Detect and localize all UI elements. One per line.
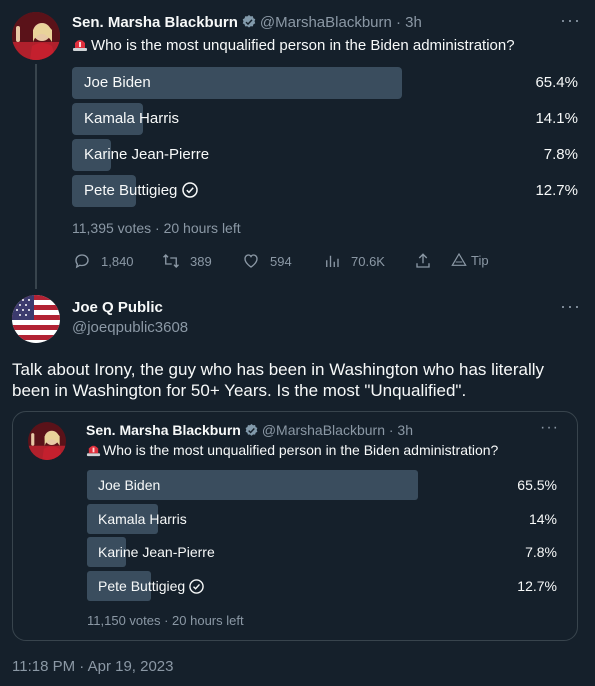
poll-option-label: Pete Buttigieg bbox=[84, 175, 199, 207]
views-count: 70.6K bbox=[351, 253, 385, 269]
poll-option-percent: 14.1% bbox=[535, 110, 578, 127]
poll-option-percent: 65.5% bbox=[517, 477, 557, 493]
retweet-count: 389 bbox=[190, 253, 212, 269]
avatar-photo-icon bbox=[12, 12, 60, 60]
like-button[interactable]: 594 bbox=[242, 252, 292, 270]
check-circle-icon bbox=[182, 178, 199, 198]
poll-option-percent: 65.4% bbox=[535, 74, 578, 91]
reply-icon bbox=[75, 254, 89, 269]
poll-option[interactable]: Kamala Harris 14.1% bbox=[72, 103, 578, 135]
author-avatar[interactable] bbox=[12, 12, 60, 60]
poll-option[interactable]: Joe Biden 65.4% bbox=[72, 67, 578, 99]
tweet-text-content: Who is the most unqualified person in th… bbox=[91, 37, 515, 54]
tip-button[interactable]: Tip bbox=[451, 252, 489, 268]
poll-option-percent: 12.7% bbox=[535, 182, 578, 199]
share-icon bbox=[416, 253, 430, 268]
retweet-button[interactable]: 389 bbox=[162, 252, 212, 270]
poll-option-label-text: Pete Buttigieg bbox=[84, 182, 178, 199]
poll-option-label: Kamala Harris bbox=[98, 511, 187, 527]
tip-icon bbox=[451, 252, 467, 266]
more-options-icon[interactable]: ··· bbox=[540, 419, 559, 437]
poll-option-label: Joe Biden bbox=[98, 477, 161, 493]
views-chart-icon bbox=[326, 255, 339, 267]
quoted-poll-meta: 11,150 votes · 20 hours left bbox=[87, 613, 244, 628]
poll-option-percent: 14% bbox=[528, 511, 557, 527]
poll-option-percent: 12.7% bbox=[517, 578, 557, 594]
poll-option-label: Pete Buttigieg bbox=[98, 571, 204, 601]
quoted-poll-option: Joe Biden 65.5% bbox=[87, 470, 557, 500]
reply-count: 1,840 bbox=[101, 253, 134, 269]
reply-text: Talk about Irony, the guy who has been i… bbox=[12, 360, 545, 400]
poll-option-label: Kamala Harris bbox=[84, 110, 180, 127]
views-button[interactable]: 70.6K bbox=[323, 252, 385, 270]
poll-option-label: Karine Jean-Pierre bbox=[98, 544, 215, 560]
poll-option-label: Joe Biden bbox=[84, 74, 151, 91]
author-name[interactable]: Sen. Marsha Blackburn bbox=[72, 14, 238, 31]
poll-option-label: Karine Jean-Pierre bbox=[84, 146, 210, 163]
quoted-poll-option: Kamala Harris 14% bbox=[87, 504, 557, 534]
share-button[interactable] bbox=[414, 252, 432, 270]
thread-line bbox=[35, 64, 37, 289]
quoted-poll-option: Pete Buttigieg 12.7% bbox=[87, 571, 557, 601]
like-count: 594 bbox=[270, 253, 292, 269]
poll-meta: 11,395 votes · 20 hours left bbox=[72, 220, 241, 236]
quoted-text: Who is the most unqualified person in th… bbox=[86, 442, 498, 458]
us-flag-avatar-icon bbox=[12, 295, 60, 343]
reply-author-name[interactable]: Joe Q Public bbox=[72, 299, 163, 316]
poll-option[interactable]: Pete Buttigieg 12.7% bbox=[72, 175, 578, 207]
siren-icon bbox=[72, 36, 88, 52]
reply-button[interactable]: 1,840 bbox=[73, 252, 134, 270]
tweet-header: Sen. Marsha Blackburn @MarshaBlackburn · … bbox=[72, 14, 422, 32]
check-circle-icon bbox=[189, 574, 204, 594]
author-handle-time[interactable]: @MarshaBlackburn · 3h bbox=[260, 14, 422, 31]
siren-icon bbox=[86, 442, 101, 457]
verified-badge-icon bbox=[244, 423, 259, 438]
tip-label: Tip bbox=[471, 252, 489, 268]
poll-option-label-text: Pete Buttigieg bbox=[98, 578, 186, 594]
poll-option-percent: 7.8% bbox=[543, 146, 578, 163]
quoted-tweet[interactable]: Sen. Marsha Blackburn @MarshaBlackburn · … bbox=[12, 411, 578, 641]
retweet-icon bbox=[163, 254, 179, 268]
verified-badge-icon bbox=[241, 14, 257, 30]
quoted-header: Sen. Marsha Blackburn @MarshaBlackburn · … bbox=[86, 422, 413, 438]
poll-option-percent: 7.8% bbox=[525, 544, 557, 560]
reply-author-handle[interactable]: @joeqpublic3608 bbox=[72, 319, 188, 336]
tweet-text: Who is the most unqualified person in th… bbox=[72, 36, 515, 54]
reply-timestamp[interactable]: 11:18 PM · Apr 19, 2023 bbox=[12, 658, 174, 675]
heart-icon bbox=[244, 254, 258, 268]
reply-author-avatar[interactable] bbox=[12, 295, 60, 343]
quoted-handle-time: @MarshaBlackburn · 3h bbox=[261, 422, 413, 438]
quoted-text-content: Who is the most unqualified person in th… bbox=[103, 442, 499, 458]
poll-option[interactable]: Karine Jean-Pierre 7.8% bbox=[72, 139, 578, 171]
quoted-poll-option: Karine Jean-Pierre 7.8% bbox=[87, 537, 557, 567]
more-options-icon[interactable]: ··· bbox=[560, 10, 581, 31]
quoted-author-name: Sen. Marsha Blackburn bbox=[86, 422, 241, 438]
quoted-author-avatar bbox=[28, 422, 66, 460]
avatar-photo-icon bbox=[28, 422, 66, 460]
more-options-icon[interactable]: ··· bbox=[560, 296, 581, 317]
